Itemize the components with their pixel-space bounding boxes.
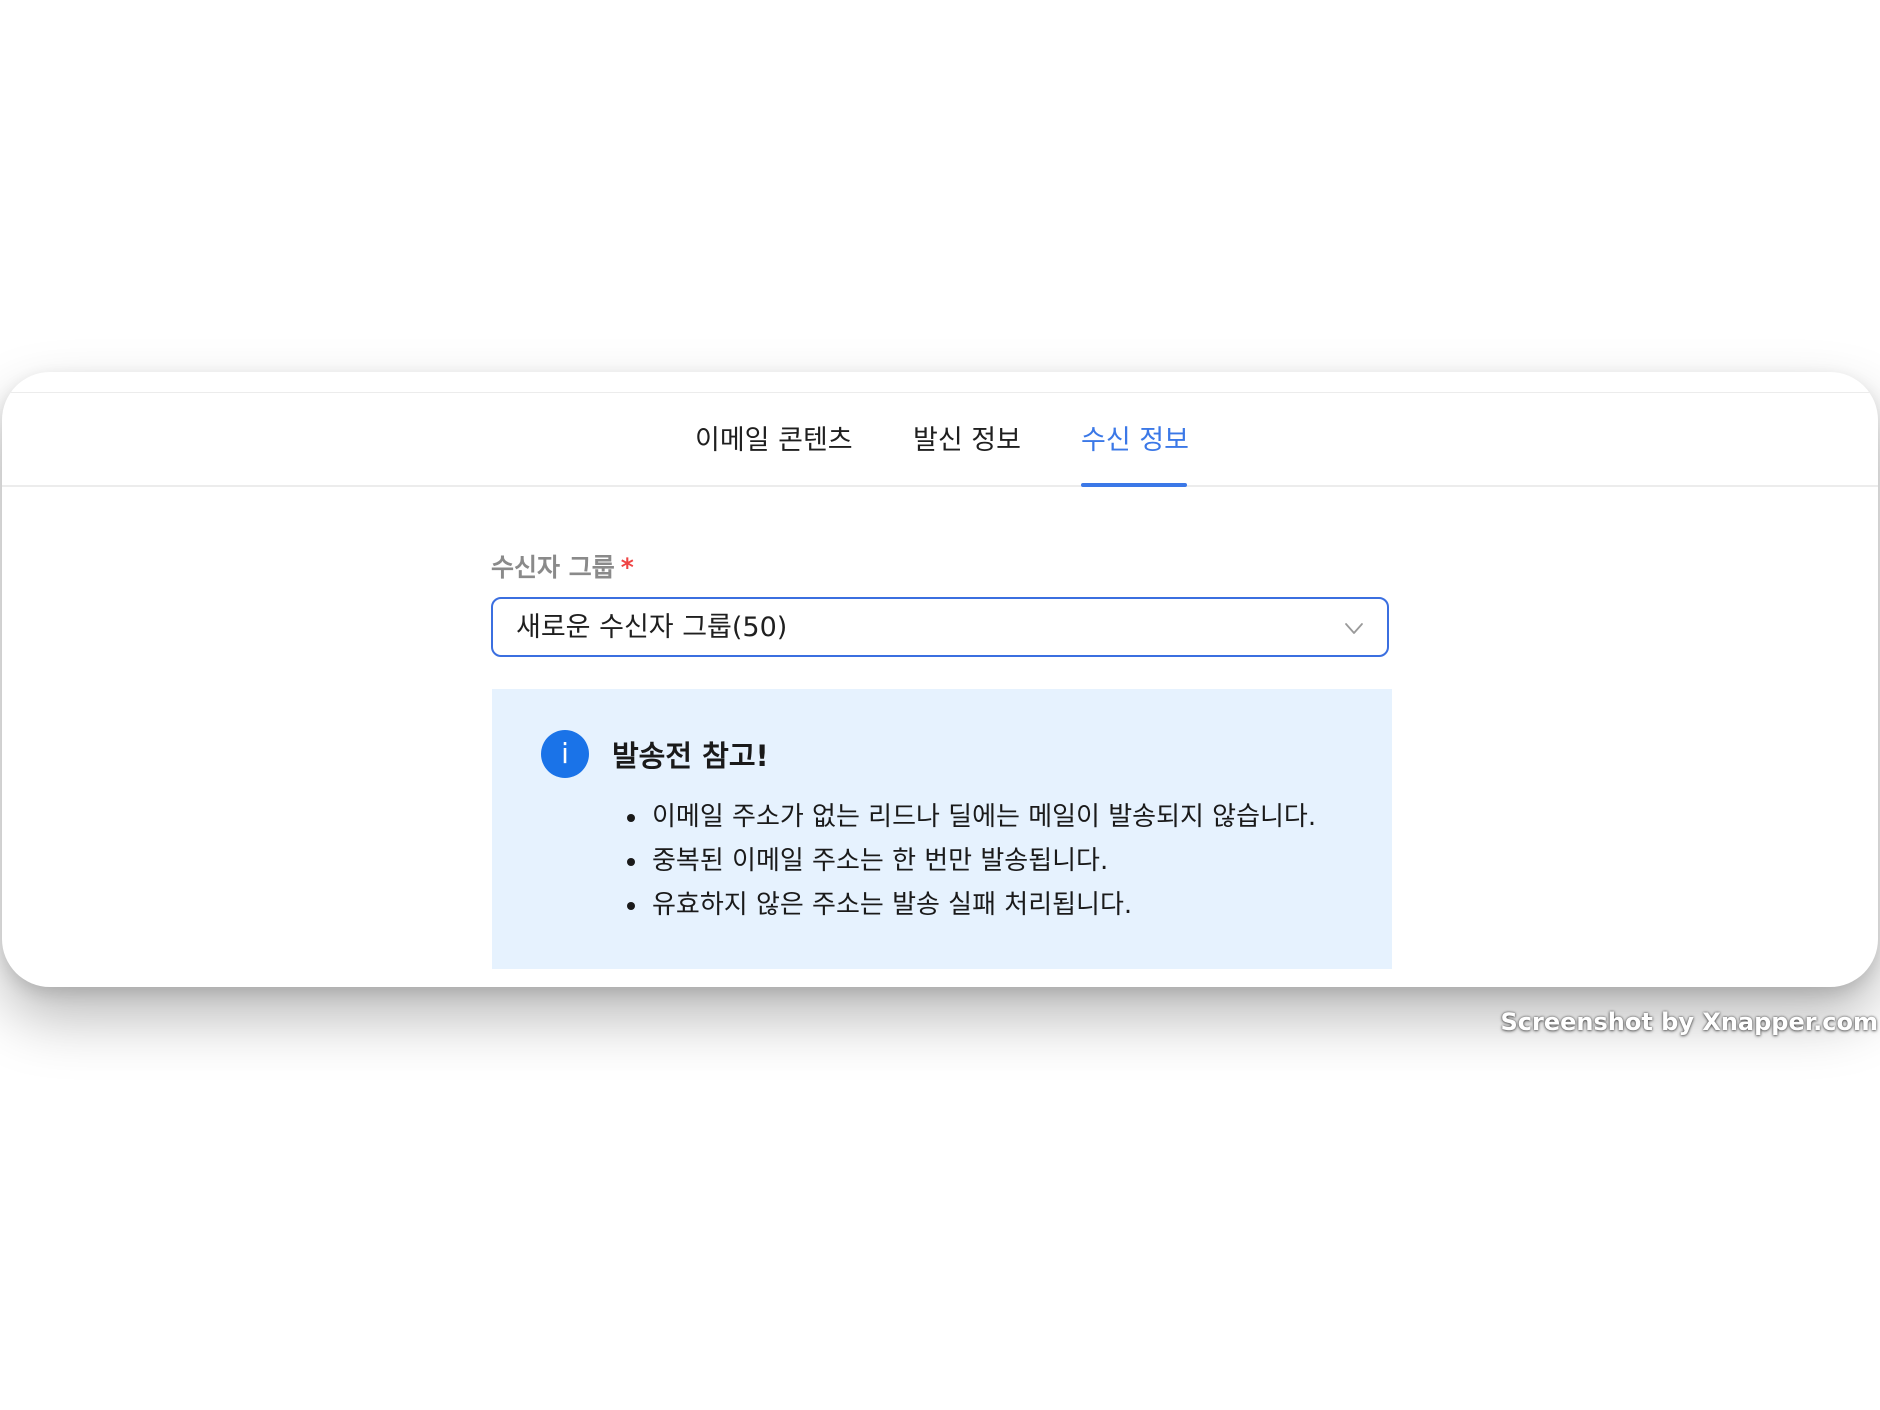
recipient-group-label-text: 수신자 그룹 — [491, 553, 615, 582]
list-item: 이메일 주소가 없는 리드나 딜에는 메일이 발송되지 않습니다. — [626, 795, 1316, 839]
recipient-group-label: 수신자 그룹 * — [491, 548, 634, 584]
app-window: 이메일 콘텐츠 발신 정보 수신 정보 수신자 그룹 * 새로운 수신자 그룹(5… — [2, 372, 1878, 987]
list-item: 유효하지 않은 주소는 발송 실패 처리됩니다. — [626, 883, 1316, 927]
info-icon: i — [541, 730, 589, 778]
pre-send-notice: i 발송전 참고! 이메일 주소가 없는 리드나 딜에는 메일이 발송되지 않습… — [492, 689, 1392, 969]
recipient-group-select[interactable]: 새로운 수신자 그룹(50) — [491, 597, 1389, 657]
tab-recipient-info[interactable]: 수신 정보 — [1081, 393, 1189, 487]
watermark: Screenshot by Xnapper.com — [1500, 1008, 1878, 1036]
chevron-down-icon — [1345, 623, 1363, 634]
required-mark: * — [620, 553, 634, 582]
recipient-group-value: 새로운 수신자 그룹(50) — [516, 612, 788, 643]
tab-bar: 이메일 콘텐츠 발신 정보 수신 정보 — [2, 393, 1878, 487]
notice-title: 발송전 참고! — [612, 739, 769, 773]
tab-email-content[interactable]: 이메일 콘텐츠 — [695, 393, 853, 485]
tab-sender-info[interactable]: 발신 정보 — [913, 393, 1021, 485]
list-item: 중복된 이메일 주소는 한 번만 발송됩니다. — [626, 839, 1316, 883]
notice-list: 이메일 주소가 없는 리드나 딜에는 메일이 발송되지 않습니다. 중복된 이메… — [626, 795, 1316, 927]
